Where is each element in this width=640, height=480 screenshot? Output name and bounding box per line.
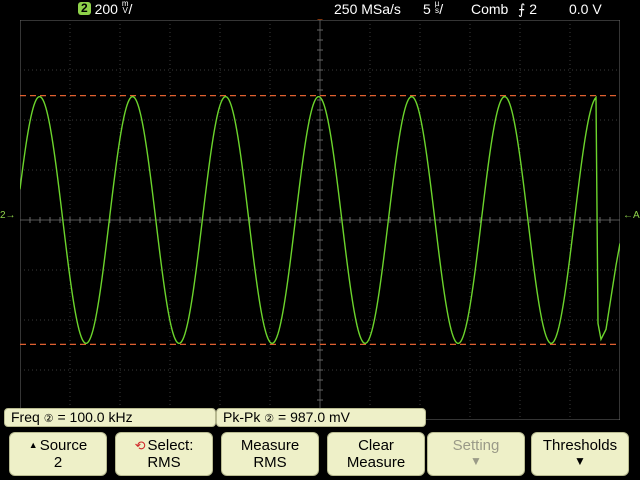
timebase-readout: 5 µ s / <box>423 0 443 18</box>
measure-rms-softkey[interactable]: Measure RMS <box>221 432 319 476</box>
status-bar: 2 200 m V/ 250 MSa/s 5 µ s / Comb ⨍ 2 0.0 V <box>0 0 640 18</box>
trigger-slope-icon: ⨍ <box>518 1 526 17</box>
timebase-value: 5 <box>423 1 431 17</box>
vertical-scale-unit: mV <box>121 0 129 15</box>
arrow-up-icon: ▲ <box>28 440 38 450</box>
channel-scale-readout: 2 200 m V / <box>78 0 132 18</box>
softkey-bar: ▲ Source 2 ⟲ Select: RMS Measure RMS Clear… <box>0 430 640 480</box>
channel-2-badge: 2 <box>78 2 91 15</box>
entry-knob-icon: ⟲ <box>134 438 146 453</box>
vertical-scale-suffix: / <box>128 1 133 17</box>
channel-ground-marker: 2→ <box>0 210 16 221</box>
select-softkey[interactable]: ⟲ Select: RMS <box>115 432 213 476</box>
arrow-down-icon: ▼ <box>574 454 586 468</box>
source-softkey[interactable]: ▲ Source 2 <box>9 432 107 476</box>
trigger-readout: ⨍ 2 <box>518 0 537 18</box>
measurement-bar: Freq ② = 100.0 kHz Pk-Pk ② = 987.0 mV <box>0 406 640 428</box>
trigger-source: 2 <box>529 1 537 17</box>
setting-softkey[interactable]: Setting ▼ <box>427 432 525 476</box>
clear-measure-softkey[interactable]: Clear Measure <box>327 432 425 476</box>
pk-pk-measurement: Pk-Pk ② = 987.0 mV <box>216 408 426 427</box>
frequency-measurement: Freq ② = 100.0 kHz <box>4 408 216 427</box>
timebase-suffix: / <box>439 1 444 17</box>
acquire-mode: Comb <box>471 1 509 17</box>
trigger-level-marker: ←AC <box>623 210 640 221</box>
trigger-level: 0.0 V <box>569 1 602 17</box>
waveform-display <box>20 20 620 420</box>
sample-rate: 250 MSa/s <box>334 1 401 17</box>
thresholds-softkey[interactable]: Thresholds ▼ <box>531 432 629 476</box>
arrow-down-icon: ▼ <box>470 454 482 468</box>
vertical-scale-value: 200 <box>94 1 118 17</box>
graticule-and-trace <box>20 20 620 420</box>
